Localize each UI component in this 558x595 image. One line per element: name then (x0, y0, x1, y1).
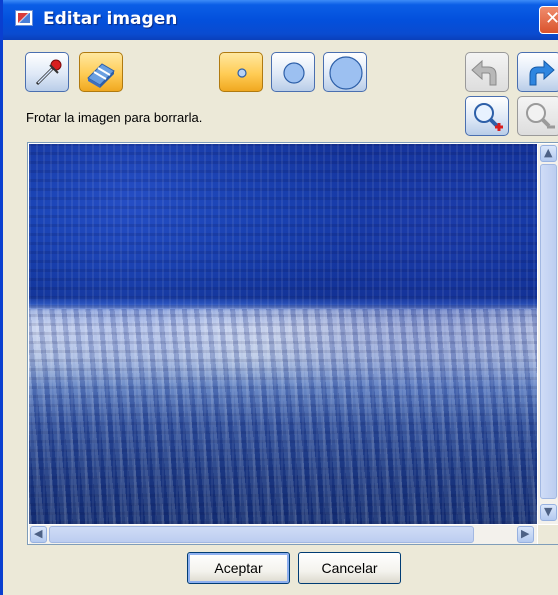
app-icon (15, 10, 33, 26)
image-canvas[interactable] (29, 144, 537, 524)
chevron-right-icon: ▶ (521, 527, 530, 540)
scroll-up-button[interactable]: ▲ (540, 145, 557, 162)
chevron-down-icon: ▼ (544, 505, 553, 518)
title-bar[interactable]: Editar imagen ✕ (3, 0, 558, 40)
cancel-button[interactable]: Cancelar (298, 552, 401, 584)
zoom-in-icon (474, 103, 503, 131)
brush-medium-button[interactable] (271, 52, 315, 92)
scrollbar-corner (538, 525, 558, 544)
image-canvas-frame: ▲ ▼ ◀ ▶ (27, 142, 558, 545)
scroll-right-button[interactable]: ▶ (517, 526, 534, 543)
window-title: Editar imagen (43, 9, 178, 29)
chevron-up-icon: ▲ (544, 146, 553, 159)
undo-icon (471, 59, 497, 86)
eyedropper-icon (35, 59, 62, 86)
brush-medium-icon (283, 62, 305, 84)
edit-image-dialog: Editar imagen ✕ (0, 0, 558, 595)
redo-button[interactable] (517, 52, 558, 92)
brush-small-button[interactable] (219, 52, 263, 92)
horizontal-scroll-thumb[interactable] (49, 526, 474, 543)
vertical-scroll-thumb[interactable] (540, 164, 557, 499)
zoom-out-button[interactable] (517, 96, 558, 136)
chevron-left-icon: ◀ (34, 527, 43, 540)
eyedropper-button[interactable] (25, 52, 69, 92)
brush-small-icon (237, 68, 247, 78)
close-button[interactable]: ✕ (539, 6, 558, 34)
scroll-down-button[interactable]: ▼ (540, 504, 557, 521)
vertical-scrollbar[interactable]: ▲ ▼ (538, 144, 558, 524)
close-icon: ✕ (545, 8, 558, 29)
zoom-out-icon (526, 103, 555, 129)
instruction-text: Frotar la imagen para borrarla. (26, 110, 203, 125)
horizontal-scrollbar[interactable]: ◀ ▶ (29, 525, 537, 544)
undo-button[interactable] (465, 52, 509, 92)
zoom-in-button[interactable] (465, 96, 509, 136)
ok-button[interactable]: Aceptar (187, 552, 290, 584)
eraser-icon (87, 63, 115, 88)
brush-large-button[interactable] (323, 52, 367, 92)
frost-layer (29, 309, 537, 524)
scroll-left-button[interactable]: ◀ (30, 526, 47, 543)
eraser-button[interactable] (79, 52, 123, 92)
brush-large-icon (329, 56, 363, 90)
redo-icon (529, 59, 555, 86)
